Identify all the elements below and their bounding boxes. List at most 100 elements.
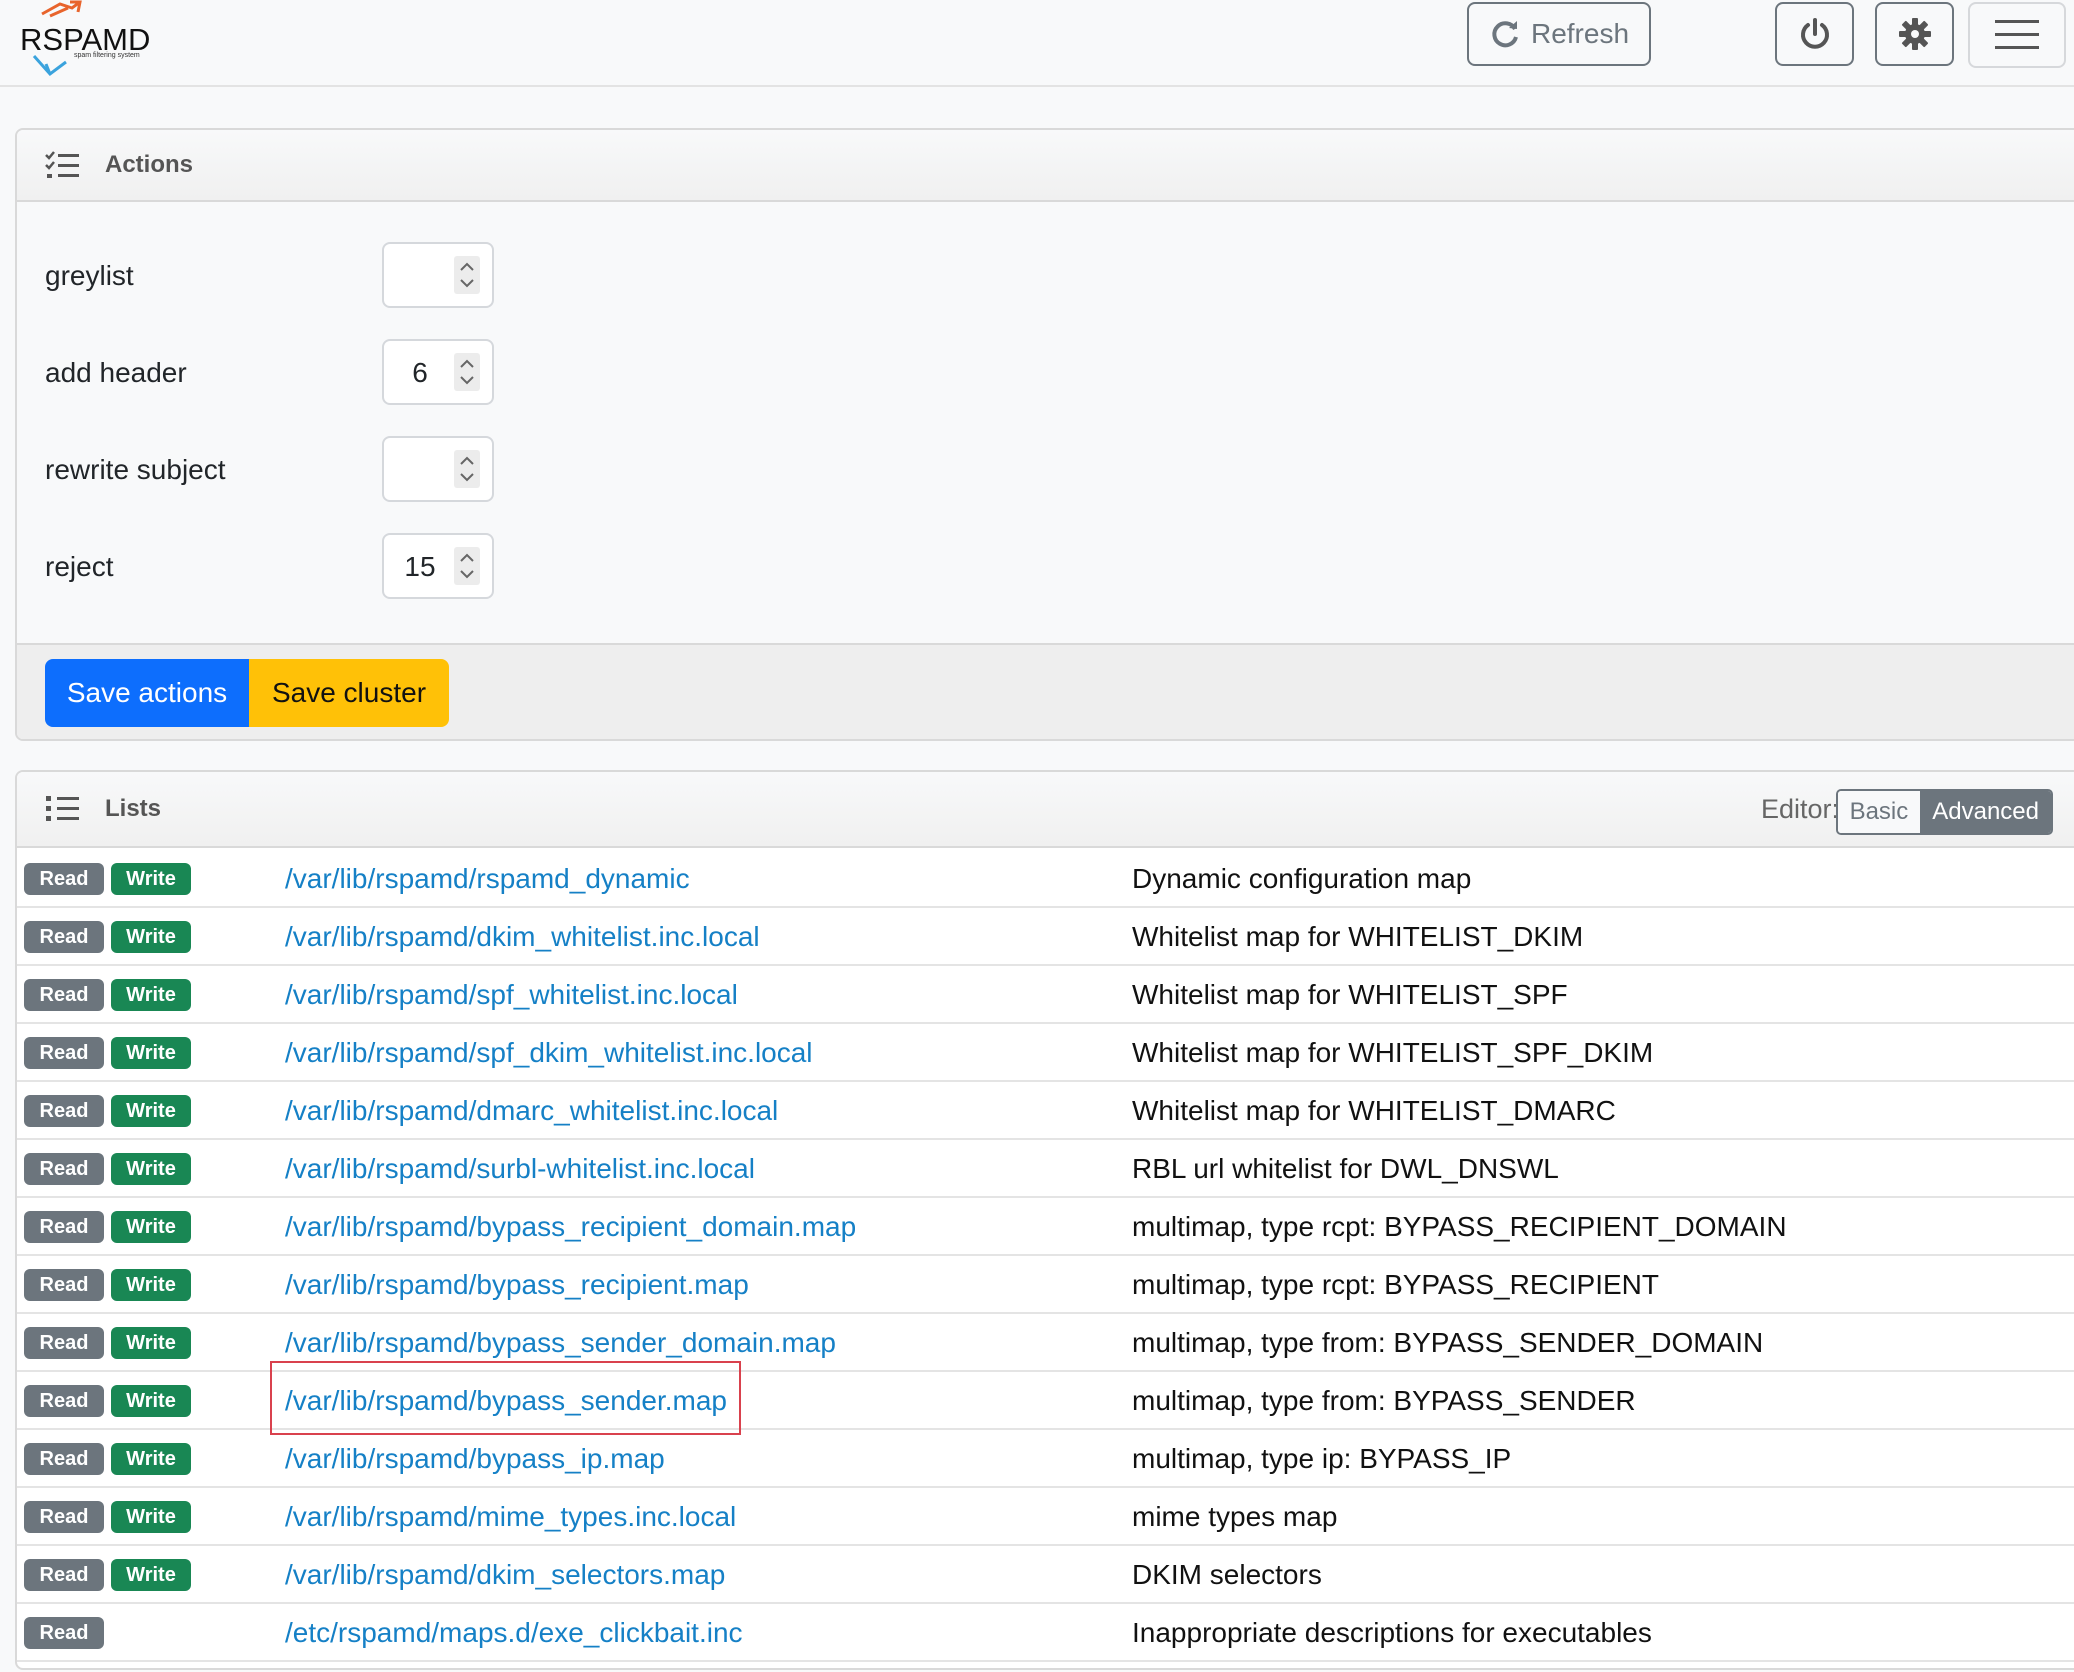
map-description: Whitelist map for WHITELIST_SPF — [1132, 979, 1568, 1010]
actions-card: Actions greylist add header 6 rewrite su… — [15, 128, 2074, 741]
action-row-greylist: greylist — [17, 242, 617, 312]
rspamd-logo[interactable]: RSPAMD spam filtering system — [20, 0, 150, 80]
write-button[interactable]: Write — [111, 1211, 191, 1243]
write-button[interactable]: Write — [111, 1559, 191, 1591]
reject-score-input[interactable]: 15 — [382, 533, 494, 599]
list-row: Read Write/var/lib/rspamd/bypass_ip.map mu… — [17, 1430, 2074, 1488]
map-description: RBL url whitelist for DWL_DNSWL — [1132, 1153, 1559, 1184]
map-description: multimap, type rcpt: BYPASS_RECIPIENT_DO… — [1132, 1211, 1787, 1242]
map-description: multimap, type ip: BYPASS_IP — [1132, 1443, 1512, 1474]
save-actions-button[interactable]: Save actions — [45, 659, 249, 727]
spinner-arrows-icon[interactable] — [454, 256, 480, 294]
map-path-link[interactable]: /var/lib/rspamd/bypass_recipient.map — [285, 1269, 749, 1301]
map-path-link[interactable]: /var/lib/rspamd/spf_dkim_whitelist.inc.l… — [285, 1037, 813, 1069]
read-button[interactable]: Read — [24, 921, 104, 953]
write-button[interactable]: Write — [111, 921, 191, 953]
action-row-rewrite-subject: rewrite subject — [17, 436, 617, 506]
spinner-arrows-icon[interactable] — [454, 353, 480, 391]
read-button[interactable]: Read — [24, 1559, 104, 1591]
read-button[interactable]: Read — [24, 979, 104, 1011]
navbar: RSPAMD spam filtering system Refresh — [0, 0, 2074, 87]
disconnect-button[interactable] — [1775, 2, 1854, 66]
read-button[interactable]: Read — [24, 1327, 104, 1359]
spinner-arrows-icon[interactable] — [454, 547, 480, 585]
spin-value: 15 — [404, 551, 436, 582]
read-button[interactable]: Read — [24, 863, 104, 895]
map-path-link[interactable]: /var/lib/rspamd/dmarc_whitelist.inc.loca… — [285, 1095, 778, 1127]
lists-card: Lists Editor: Basic Advanced Read Write/v… — [15, 770, 2074, 1670]
map-description: multimap, type from: BYPASS_SENDER — [1132, 1385, 1636, 1416]
write-button[interactable]: Write — [111, 1269, 191, 1301]
map-description: multimap, type from: BYPASS_SENDER_DOMAI… — [1132, 1327, 1764, 1358]
read-button[interactable]: Read — [24, 1037, 104, 1069]
write-button[interactable]: Write — [111, 1095, 191, 1127]
greylist-score-input[interactable] — [382, 242, 494, 308]
map-description: multimap, type rcpt: BYPASS_RECIPIENT — [1132, 1269, 1659, 1300]
refresh-button[interactable]: Refresh — [1467, 2, 1651, 66]
refresh-label: Refresh — [1530, 18, 1630, 49]
spin-value: 6 — [412, 357, 428, 388]
spinner-arrows-icon[interactable] — [454, 450, 480, 488]
map-path-link[interactable]: /var/lib/rspamd/bypass_sender_domain.map — [285, 1327, 836, 1359]
navbar-menu-toggle[interactable] — [1968, 2, 2066, 68]
editor-advanced-option[interactable]: Advanced — [1920, 791, 2051, 833]
lists-header: Lists Editor: Basic Advanced — [17, 772, 2074, 848]
map-description: Dynamic configuration map — [1132, 863, 1472, 894]
save-cluster-button[interactable]: Save cluster — [249, 659, 449, 727]
read-button[interactable]: Read — [24, 1443, 104, 1475]
map-path-link[interactable]: /var/lib/rspamd/surbl-whitelist.inc.loca… — [285, 1153, 755, 1185]
list-icon — [46, 796, 79, 821]
map-description: Whitelist map for WHITELIST_DKIM — [1132, 921, 1584, 952]
action-label: greylist — [45, 260, 134, 291]
write-button[interactable]: Write — [111, 1385, 191, 1417]
map-path-link[interactable]: /etc/rspamd/maps.d/exe_clickbait.inc — [285, 1617, 743, 1649]
refresh-icon — [1492, 21, 1518, 48]
gear-icon — [1898, 18, 1931, 50]
add-header-score-input[interactable]: 6 — [382, 339, 494, 405]
list-row: Read Write/var/lib/rspamd/dkim_selectors.… — [17, 1546, 2074, 1604]
write-button[interactable]: Write — [111, 979, 191, 1011]
write-button[interactable]: Write — [111, 1153, 191, 1185]
action-label: reject — [45, 551, 114, 582]
action-row-reject: reject 15 — [17, 533, 617, 603]
map-path-link[interactable]: /var/lib/rspamd/bypass_ip.map — [285, 1443, 665, 1475]
map-path-link[interactable]: /var/lib/rspamd/mime_types.inc.local — [285, 1501, 736, 1533]
editor-basic-option[interactable]: Basic — [1837, 791, 1921, 833]
map-path-link[interactable]: /var/lib/rspamd/bypass_recipient_domain.… — [285, 1211, 856, 1243]
rewrite-subject-score-input[interactable] — [382, 436, 494, 502]
list-row: Read Write/var/lib/rspamd/dkim_whitelist.… — [17, 908, 2074, 966]
map-path-link[interactable]: /var/lib/rspamd/dkim_selectors.map — [285, 1559, 725, 1591]
map-path-link[interactable]: /var/lib/rspamd/spf_whitelist.inc.local — [285, 979, 738, 1011]
list-row: Read Write/var/lib/rspamd/bypass_sender_d… — [17, 1314, 2074, 1372]
write-button[interactable]: Write — [111, 1037, 191, 1069]
map-description: DKIM selectors — [1132, 1559, 1322, 1590]
map-path-link[interactable]: /var/lib/rspamd/bypass_sender.map — [285, 1385, 727, 1417]
read-button[interactable]: Read — [24, 1095, 104, 1127]
action-label: rewrite subject — [45, 454, 226, 485]
write-button[interactable]: Write — [111, 863, 191, 895]
list-row: Read Write/var/lib/rspamd/dmarc_whitelist… — [17, 1082, 2074, 1140]
lists-title: Lists — [105, 795, 162, 822]
action-row-add-header: add header 6 — [17, 339, 617, 409]
read-button[interactable]: Read — [24, 1385, 104, 1417]
read-button[interactable]: Read — [24, 1269, 104, 1301]
list-row: Read/etc/rspamd/maps.d/exe_clickbait.inc… — [17, 1604, 2074, 1662]
write-button[interactable]: Write — [111, 1443, 191, 1475]
settings-button[interactable] — [1875, 2, 1954, 66]
map-path-link[interactable]: /var/lib/rspamd/rspamd_dynamic — [285, 863, 690, 895]
list-row: Read Write/var/lib/rspamd/spf_whitelist.i… — [17, 966, 2074, 1024]
actions-title: Actions — [105, 151, 194, 178]
map-path-link[interactable]: /var/lib/rspamd/dkim_whitelist.inc.local — [285, 921, 760, 953]
read-button[interactable]: Read — [24, 1153, 104, 1185]
read-button[interactable]: Read — [24, 1501, 104, 1533]
list-row: Read Write/var/lib/rspamd/mime_types.inc.… — [17, 1488, 2074, 1546]
power-icon — [1800, 18, 1829, 49]
hamburger-icon — [1995, 20, 2039, 49]
actions-footer: Save actions Save cluster — [17, 643, 2074, 739]
write-button[interactable]: Write — [111, 1327, 191, 1359]
map-description: Whitelist map for WHITELIST_DMARC — [1132, 1095, 1616, 1126]
write-button[interactable]: Write — [111, 1501, 191, 1533]
read-button[interactable]: Read — [24, 1211, 104, 1243]
read-button[interactable]: Read — [24, 1617, 104, 1649]
action-label: add header — [45, 357, 187, 388]
